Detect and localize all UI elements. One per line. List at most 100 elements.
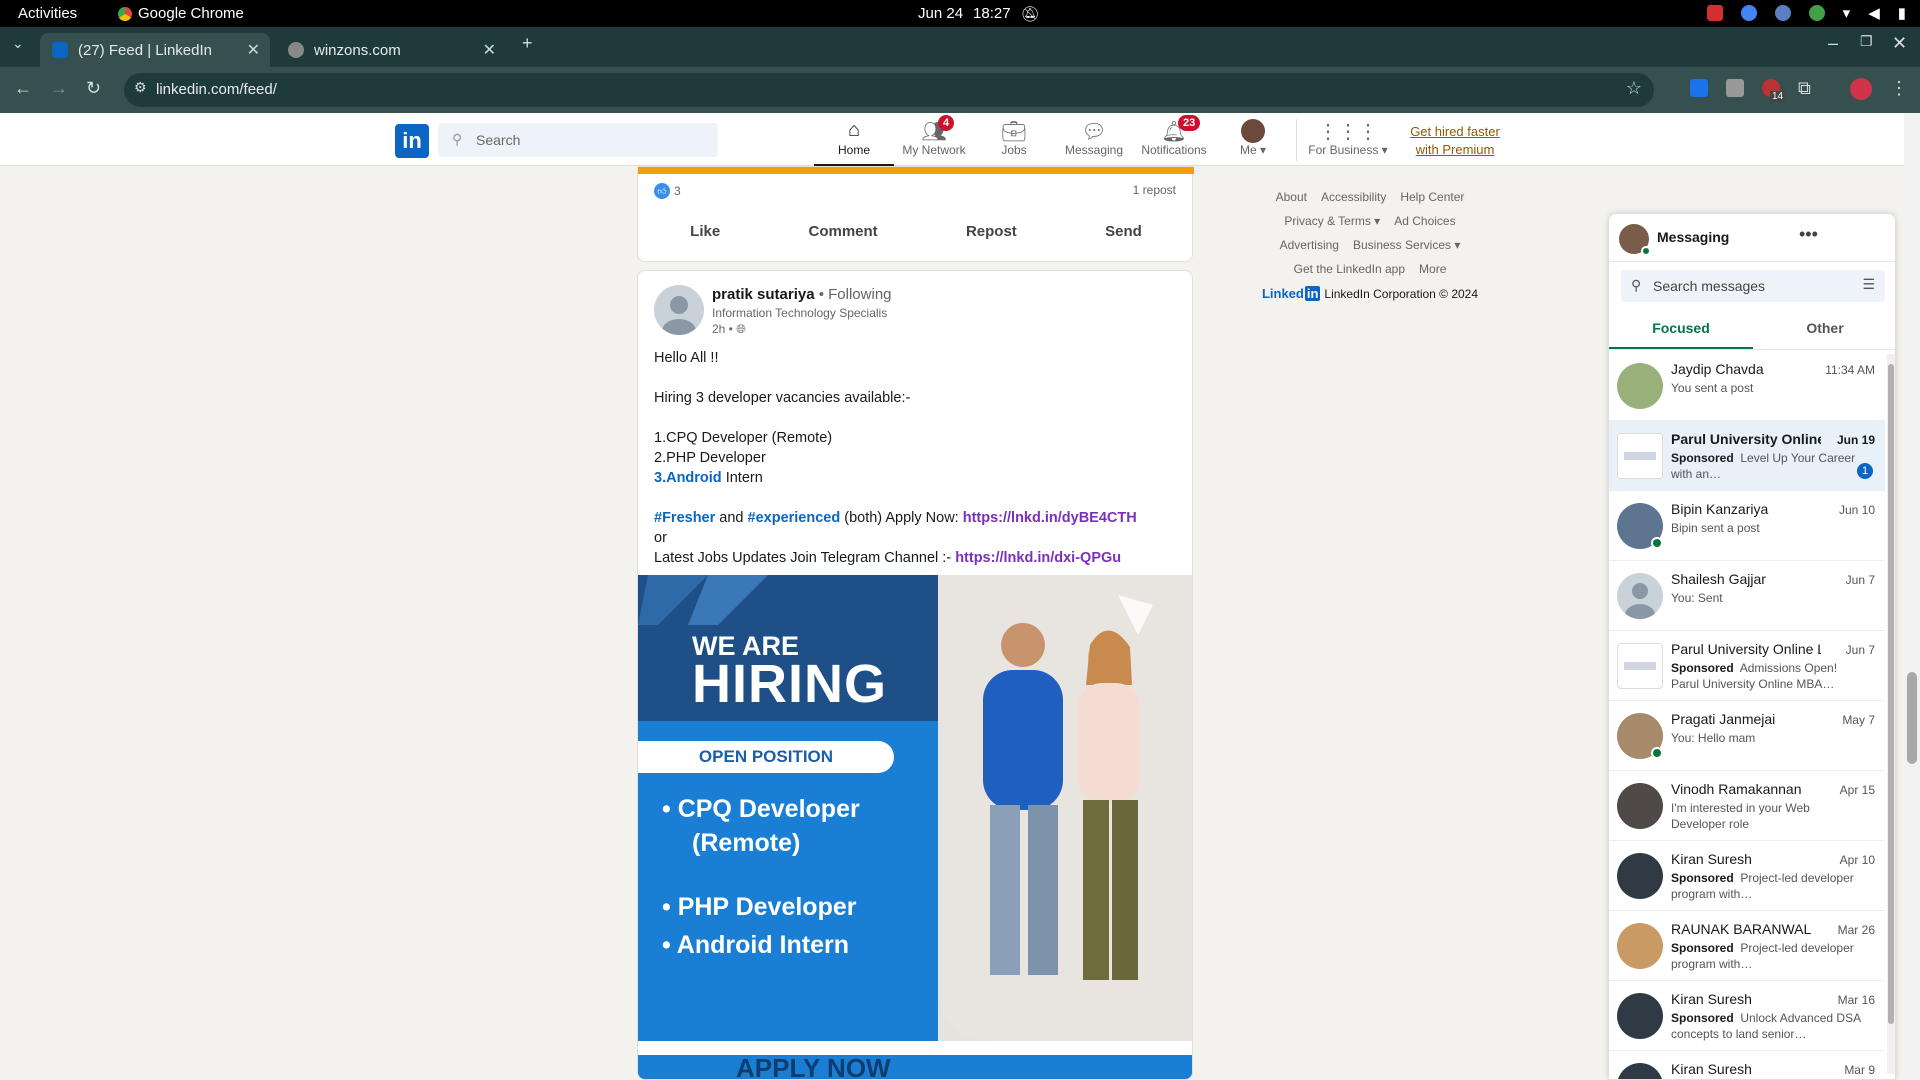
repost-count[interactable]: 1 repost xyxy=(1133,183,1176,197)
chrome-tray-icon[interactable] xyxy=(1740,5,1757,21)
app-menu[interactable]: Google Chrome xyxy=(118,5,244,22)
vpn-icon[interactable] xyxy=(1774,5,1791,21)
filter-icon[interactable]: ☰ xyxy=(1862,276,1875,293)
conversation-item[interactable]: Vinodh Ramakannan Apr 15 I'm interested … xyxy=(1609,771,1885,841)
tab-strip: ⌄ (27) Feed | LinkedIn ✕ winzons.com ✕ +… xyxy=(0,27,1920,67)
send-button[interactable]: Send xyxy=(1085,211,1162,252)
wifi-icon[interactable]: ▾ xyxy=(1843,4,1851,22)
nav-my-network[interactable]: 👥︎ 4 My Network xyxy=(894,115,974,157)
message-date: May 7 xyxy=(1842,713,1875,727)
message-preview: Sponsored Project-led developer program … xyxy=(1671,871,1854,901)
image-position-1: • CPQ Developer xyxy=(662,795,860,823)
puzzle-icon[interactable]: ⧉ xyxy=(1798,78,1811,99)
hashtag-link[interactable]: 3.Android xyxy=(654,470,722,486)
like-button[interactable]: Like xyxy=(670,211,740,252)
contact-avatar xyxy=(1617,993,1663,1039)
footer-link-app[interactable]: Get the LinkedIn app xyxy=(1294,262,1405,276)
conversation-item[interactable]: Jaydip Chavda 11:34 AM You sent a post xyxy=(1609,351,1885,421)
footer-link-accessibility[interactable]: Accessibility xyxy=(1321,190,1386,204)
messaging-scrollbar[interactable] xyxy=(1887,354,1895,1074)
reload-icon[interactable]: ↻ xyxy=(86,78,101,99)
address-bar[interactable]: ⚙ linkedin.com/feed/ ☆ xyxy=(124,73,1654,107)
tab-winzons[interactable]: winzons.com ✕ xyxy=(276,33,506,67)
footer-link-business[interactable]: Business Services ▾ xyxy=(1353,238,1460,252)
conversation-item[interactable]: Pragati Janmejai May 7 You: Hello mam xyxy=(1609,701,1885,771)
nav-notifications[interactable]: 🔔︎ 23 Notifications xyxy=(1134,115,1214,157)
menu-kebab-icon[interactable]: ⋮ xyxy=(1890,78,1908,99)
more-options-icon[interactable]: ••• xyxy=(1799,224,1818,245)
apply-link[interactable]: https://lnkd.in/dyBE4CTH xyxy=(963,510,1137,526)
message-date: 11:34 AM xyxy=(1825,363,1875,377)
nav-home[interactable]: ⌂ Home xyxy=(814,119,894,166)
tab-search-icon[interactable]: ⌄ xyxy=(12,35,24,52)
forward-icon[interactable]: → xyxy=(50,78,68,99)
page-scrollbar[interactable] xyxy=(1904,113,1920,1080)
conversation-item[interactable]: Kiran Suresh Apr 10 Sponsored Project-le… xyxy=(1609,841,1885,911)
footer-link-more[interactable]: More xyxy=(1419,262,1446,276)
site-info-icon[interactable]: ⚙ xyxy=(134,79,147,96)
extension-icon[interactable] xyxy=(1690,79,1708,97)
extension-icon[interactable] xyxy=(1726,79,1744,97)
conversation-item[interactable]: RAUNAK BARANWAL Mar 26 Sponsored Project… xyxy=(1609,911,1885,981)
message-preview: Sponsored Admissions Open! Parul Univers… xyxy=(1671,661,1838,691)
footer-link-about[interactable]: About xyxy=(1276,190,1307,204)
contact-name: Vinodh Ramakannan xyxy=(1671,781,1802,797)
search-input[interactable]: ⚲ Search xyxy=(438,123,718,157)
repost-button[interactable]: Repost xyxy=(946,211,1037,252)
author-line[interactable]: pratik sutariya • Following xyxy=(712,286,892,303)
footer-link-ad-choices[interactable]: Ad Choices xyxy=(1394,214,1455,228)
tab-focused[interactable]: Focused xyxy=(1609,310,1753,349)
conversation-item[interactable]: Kiran Suresh Mar 9 xyxy=(1609,1051,1885,1079)
conversation-item[interactable]: Parul University Online Jun 19 Sponsored… xyxy=(1609,421,1885,491)
message-preview: I'm interested in your Web Developer rol… xyxy=(1671,801,1810,831)
message-search-input[interactable]: ⚲ Search messages ☰ xyxy=(1621,270,1885,302)
page-scroll-thumb[interactable] xyxy=(1907,672,1917,764)
system-tray[interactable]: ▾ ◀︎ ▮ xyxy=(1706,4,1906,22)
nav-messaging[interactable]: 💬︎ Messaging xyxy=(1054,119,1134,157)
author-avatar[interactable] xyxy=(654,285,704,335)
battery-icon[interactable]: ▮ xyxy=(1898,4,1906,22)
close-tab-icon[interactable]: ✕ xyxy=(247,40,260,60)
screen-record-icon[interactable] xyxy=(1706,5,1723,21)
activities-button[interactable]: Activities xyxy=(18,5,77,22)
comment-button[interactable]: Comment xyxy=(788,211,897,252)
telegram-link[interactable]: https://lnkd.in/dxi-QPGu xyxy=(955,550,1121,566)
nav-jobs[interactable]: 💼︎ Jobs xyxy=(974,119,1054,157)
reaction-summary[interactable]: 👍︎ 3 xyxy=(654,183,681,199)
scroll-thumb[interactable] xyxy=(1888,364,1894,1024)
volume-icon[interactable]: ◀︎ xyxy=(1868,4,1880,22)
nav-for-business[interactable]: ⋮⋮⋮ For Business ▾ xyxy=(1300,119,1396,157)
author-name[interactable]: pratik sutariya xyxy=(712,286,815,303)
linkedin-logo[interactable]: in xyxy=(395,124,429,158)
previous-post-card: 👍︎ 3 1 repost Like Comment Repost Send xyxy=(637,166,1194,262)
footer-link-advertising[interactable]: Advertising xyxy=(1280,238,1339,252)
post-image[interactable]: WE ARE HIRING OPEN POSITION • CPQ Develo… xyxy=(638,575,1192,1079)
hashtag-experienced[interactable]: #experienced xyxy=(748,510,841,526)
conversation-item[interactable]: Shailesh Gajjar Jun 7 You: Sent xyxy=(1609,561,1885,631)
conversation-item[interactable]: Parul University Online Le Jun 7 Sponsor… xyxy=(1609,631,1885,701)
messaging-header[interactable]: Messaging ••• xyxy=(1609,214,1895,262)
messaging-title: Messaging xyxy=(1657,229,1730,245)
footer-link-privacy[interactable]: Privacy & Terms ▾ xyxy=(1284,214,1380,228)
hashtag-fresher[interactable]: #Fresher xyxy=(654,510,715,526)
nav-me[interactable]: Me ▾ xyxy=(1214,119,1292,157)
back-icon[interactable]: ← xyxy=(14,78,32,99)
conversation-item[interactable]: Bipin Kanzariya Jun 10 Bipin sent a post xyxy=(1609,491,1885,561)
close-tab-icon[interactable]: ✕ xyxy=(483,40,496,60)
clock[interactable]: Jun 24 18:27 🔕︎ xyxy=(918,5,1040,23)
close-window-icon[interactable]: ✕ xyxy=(1892,33,1907,54)
new-tab-icon[interactable]: + xyxy=(522,33,533,54)
tab-other[interactable]: Other xyxy=(1753,310,1895,349)
check-icon[interactable] xyxy=(1808,5,1825,21)
footer-link-help[interactable]: Help Center xyxy=(1400,190,1464,204)
profile-avatar[interactable] xyxy=(1850,78,1872,100)
restore-icon[interactable]: ❐ xyxy=(1860,33,1873,50)
nav-label: Me ▾ xyxy=(1239,143,1267,157)
image-hiring: HIRING xyxy=(692,654,887,714)
contact-name: RAUNAK BARANWAL xyxy=(1671,921,1812,937)
bookmark-star-icon[interactable]: ☆ xyxy=(1626,78,1642,99)
minimize-icon[interactable]: – xyxy=(1828,33,1838,54)
premium-link[interactable]: Get hired faster with Premium xyxy=(1400,123,1510,159)
conversation-item[interactable]: Kiran Suresh Mar 16 Sponsored Unlock Adv… xyxy=(1609,981,1885,1051)
tab-linkedin[interactable]: (27) Feed | LinkedIn ✕ xyxy=(40,33,270,67)
